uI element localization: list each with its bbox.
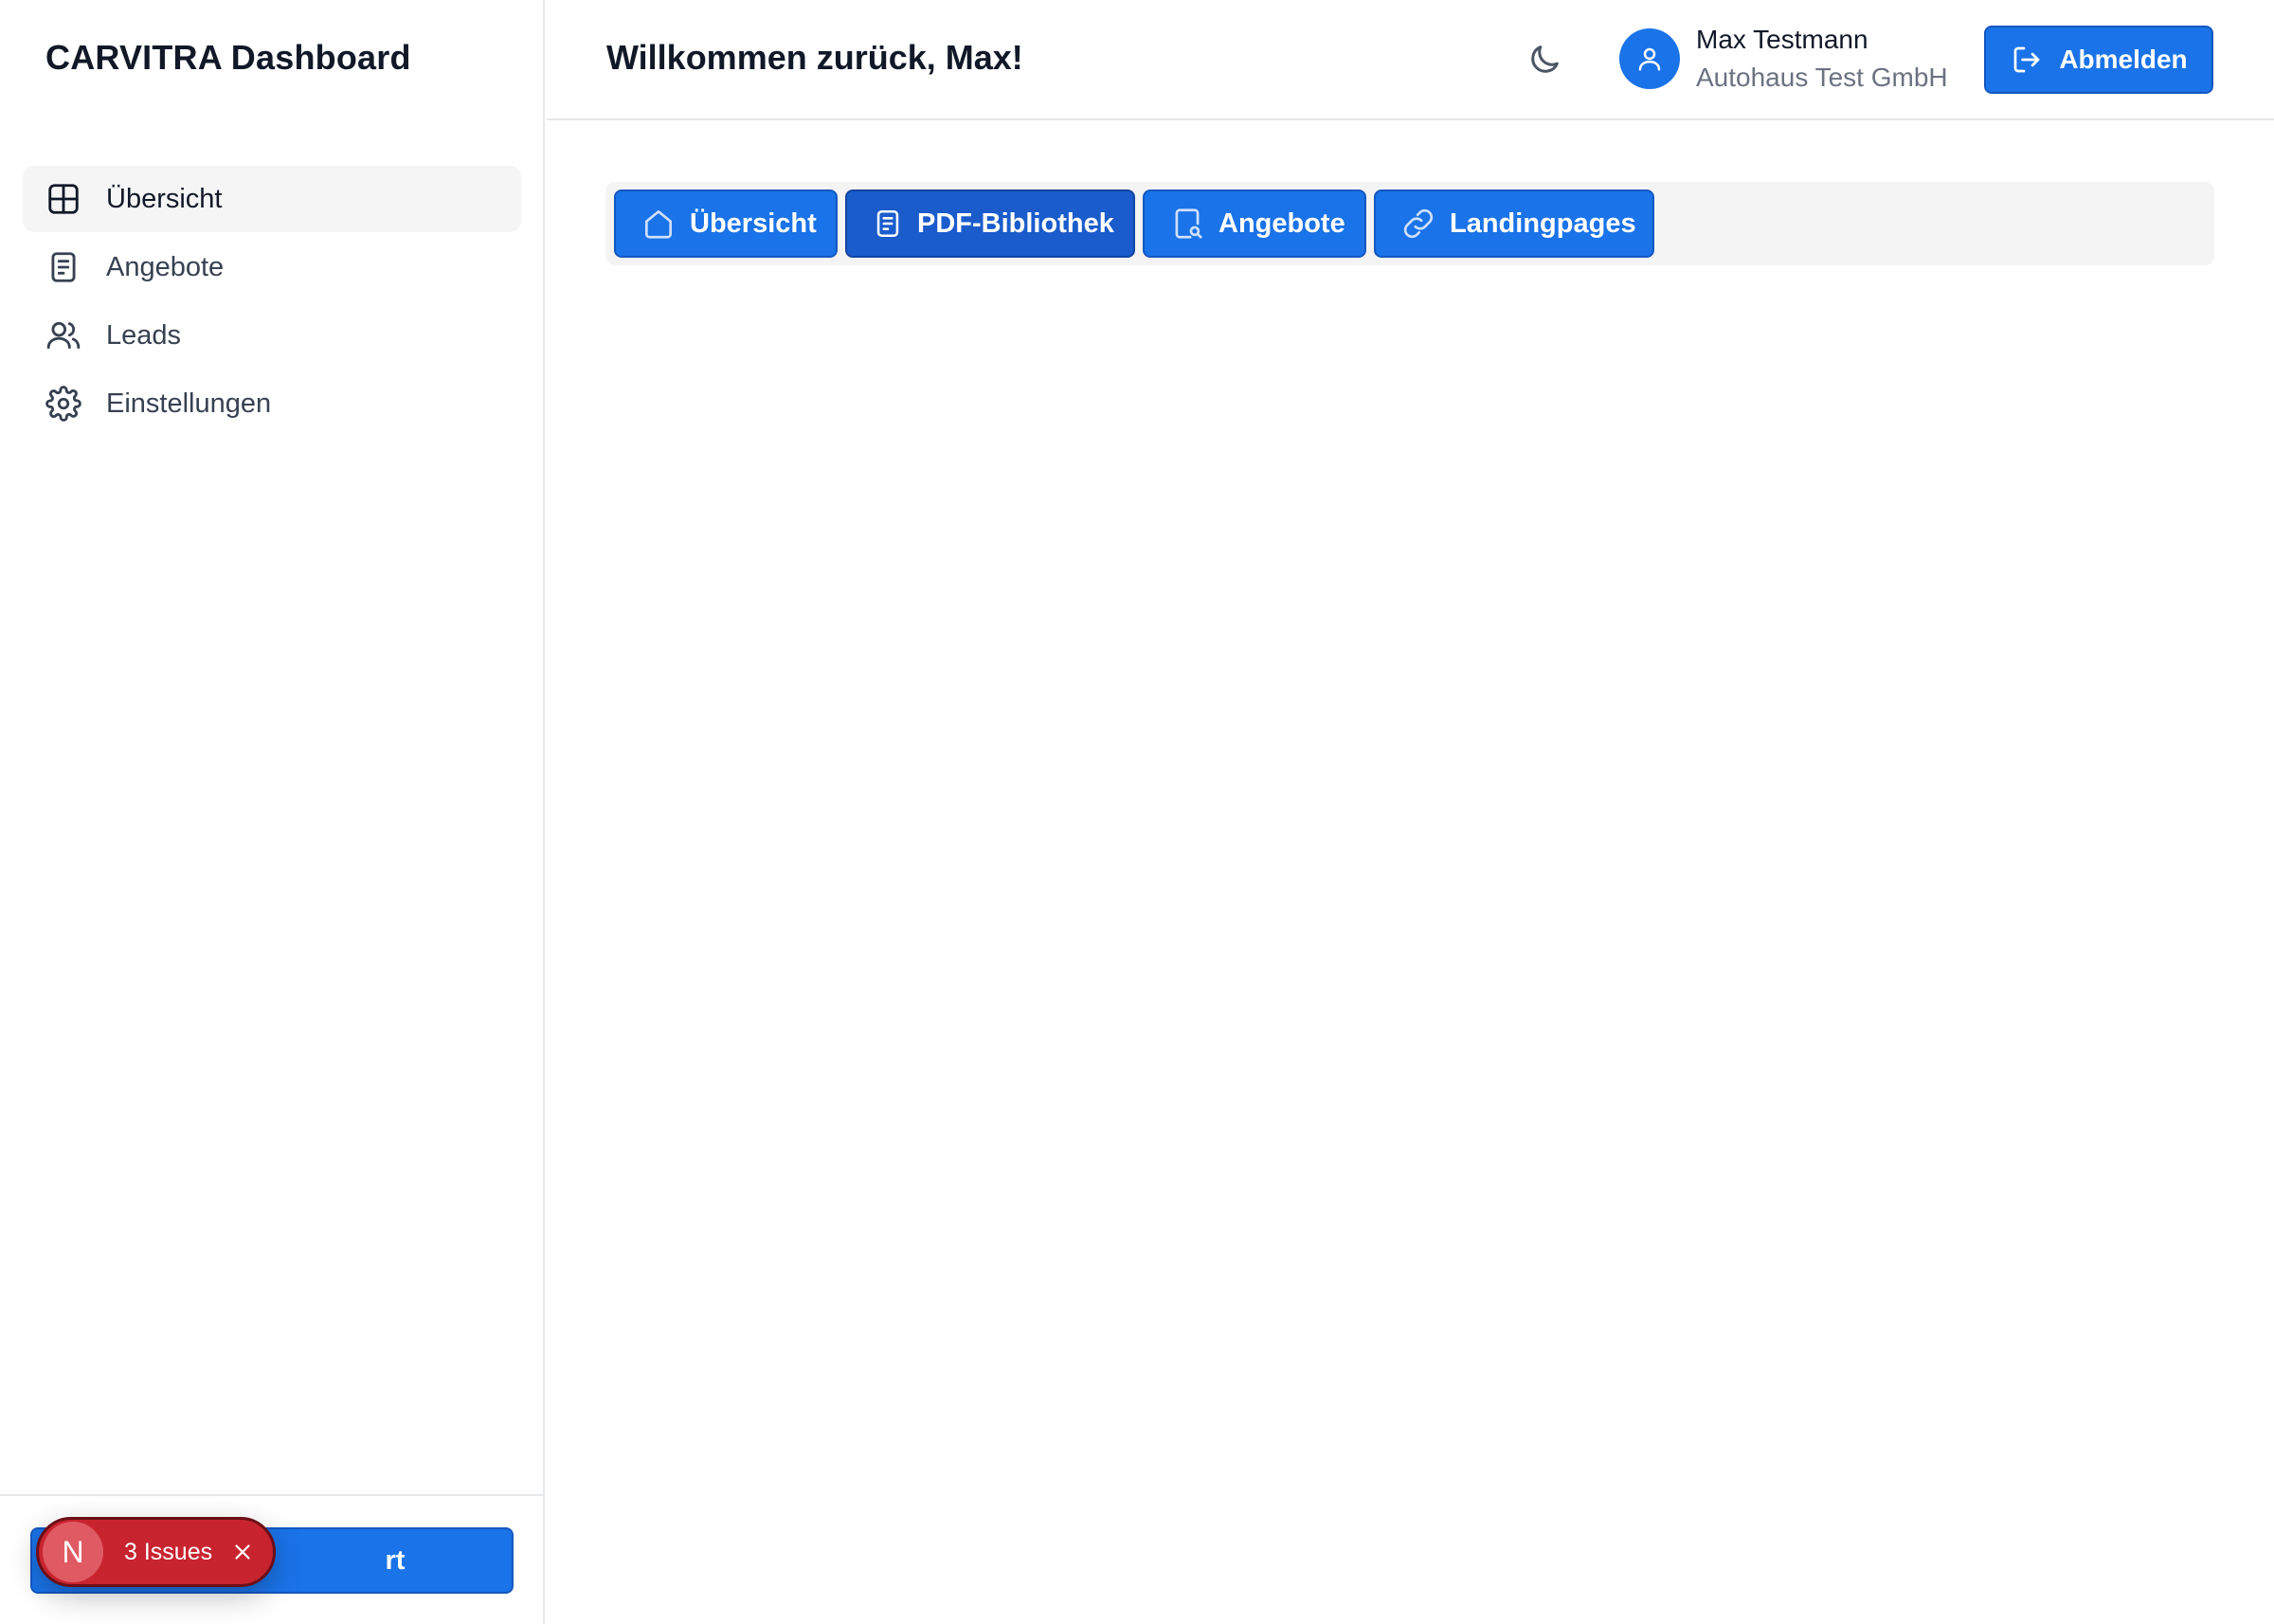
tab-label: Angebote <box>1218 208 1345 239</box>
sidebar-item-leads[interactable]: Leads <box>23 302 521 369</box>
sidebar-item-label: Leads <box>106 319 182 351</box>
tab-list: Übersicht PDF-Bibliothek Angebote Landin… <box>605 182 2214 265</box>
tab-pdf-bibliothek[interactable]: PDF-Bibliothek <box>845 189 1135 258</box>
sidebar-item-angebote[interactable]: Angebote <box>23 234 521 300</box>
file-search-icon <box>1175 208 1202 239</box>
sidebar: CARVITRA Dashboard Übersicht Angebote Le… <box>0 0 545 1624</box>
logout-label: Abmelden <box>2059 45 2188 74</box>
logout-icon <box>2013 46 2040 73</box>
users-icon <box>45 317 81 353</box>
issues-label: Issues <box>143 1538 213 1565</box>
issues-count: 3 <box>124 1538 137 1565</box>
nextjs-logo-icon[interactable]: N <box>43 1522 103 1582</box>
issues-count-label[interactable]: 3 Issues <box>124 1539 212 1566</box>
tab-label: Landingpages <box>1450 208 1636 239</box>
file-text-icon <box>876 209 899 238</box>
issues-indicator[interactable]: N 3 Issues <box>36 1517 276 1587</box>
tab-landingpages[interactable]: Landingpages <box>1374 189 1654 258</box>
sidebar-footer-button-label: rt <box>385 1544 406 1576</box>
gear-icon <box>45 386 81 422</box>
tab-angebote[interactable]: Angebote <box>1143 189 1366 258</box>
app-root: CARVITRA Dashboard Übersicht Angebote Le… <box>0 0 2274 1624</box>
sidebar-item-label: Übersicht <box>106 183 223 214</box>
sidebar-nav: Übersicht Angebote Leads Einstellungen <box>23 166 521 439</box>
tab-label: PDF-Bibliothek <box>917 208 1114 239</box>
user-company: Autohaus Test GmbH <box>1696 63 1948 92</box>
close-icon[interactable] <box>229 1539 256 1565</box>
sidebar-item-label: Einstellungen <box>106 388 272 419</box>
page-title: Willkommen zurück, Max! <box>606 38 1023 77</box>
sidebar-item-uebersicht[interactable]: Übersicht <box>23 166 521 232</box>
top-header: Willkommen zurück, Max! Max Testmann Aut… <box>547 0 2274 120</box>
logout-button[interactable]: Abmelden <box>1984 26 2213 94</box>
sidebar-item-einstellungen[interactable]: Einstellungen <box>23 370 521 437</box>
tab-label: Übersicht <box>690 208 817 239</box>
avatar[interactable] <box>1619 28 1680 89</box>
user-icon <box>1638 47 1661 71</box>
user-name: Max Testmann <box>1696 25 1868 54</box>
grid-icon <box>45 181 81 217</box>
link-icon <box>1403 208 1434 239</box>
sidebar-item-label: Angebote <box>106 251 225 282</box>
brand-title: CARVITRA Dashboard <box>45 38 411 77</box>
moon-icon[interactable] <box>1523 38 1566 81</box>
document-icon <box>45 249 81 285</box>
tab-uebersicht[interactable]: Übersicht <box>614 189 838 258</box>
home-icon <box>644 209 673 239</box>
